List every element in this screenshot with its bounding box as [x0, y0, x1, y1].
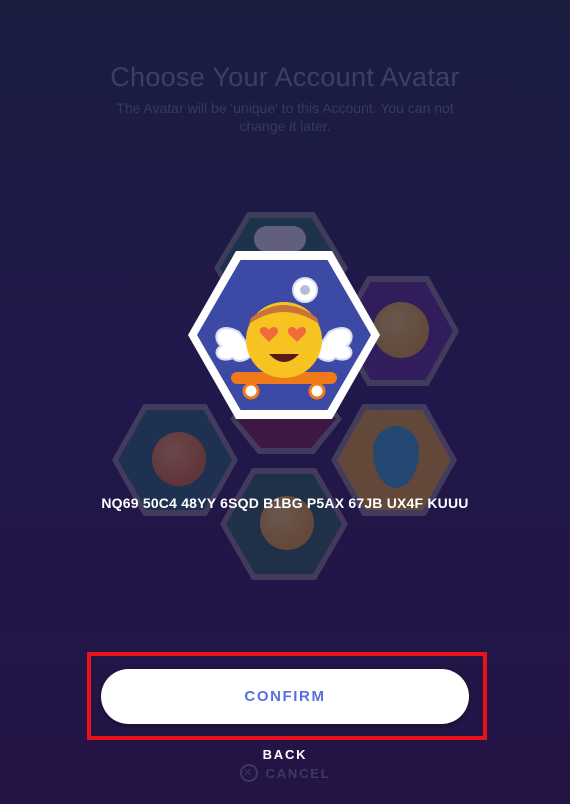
avatar-address-code: NQ69 50C4 48YY 6SQD B1BG P5AX 67JB UX4F … [101, 495, 469, 511]
avatar-selection-screen: Choose Your Account Avatar The Avatar wi… [0, 0, 570, 804]
back-label: BACK [262, 747, 308, 762]
selected-avatar[interactable] [188, 251, 380, 419]
page-title: Choose Your Account Avatar [110, 62, 460, 92]
page-subtitle: The Avatar will be 'unique' to this Acco… [116, 100, 454, 134]
close-circle-icon: ✕ [239, 764, 258, 782]
winged-skateboard-emoji-icon [215, 277, 353, 400]
confirm-button[interactable]: CONFIRM [101, 669, 469, 724]
cancel-link[interactable]: ✕ CANCEL [0, 764, 570, 782]
cancel-label: CANCEL [265, 765, 331, 781]
back-link[interactable]: BACK [0, 747, 570, 762]
avatar-option-green[interactable] [220, 468, 348, 580]
